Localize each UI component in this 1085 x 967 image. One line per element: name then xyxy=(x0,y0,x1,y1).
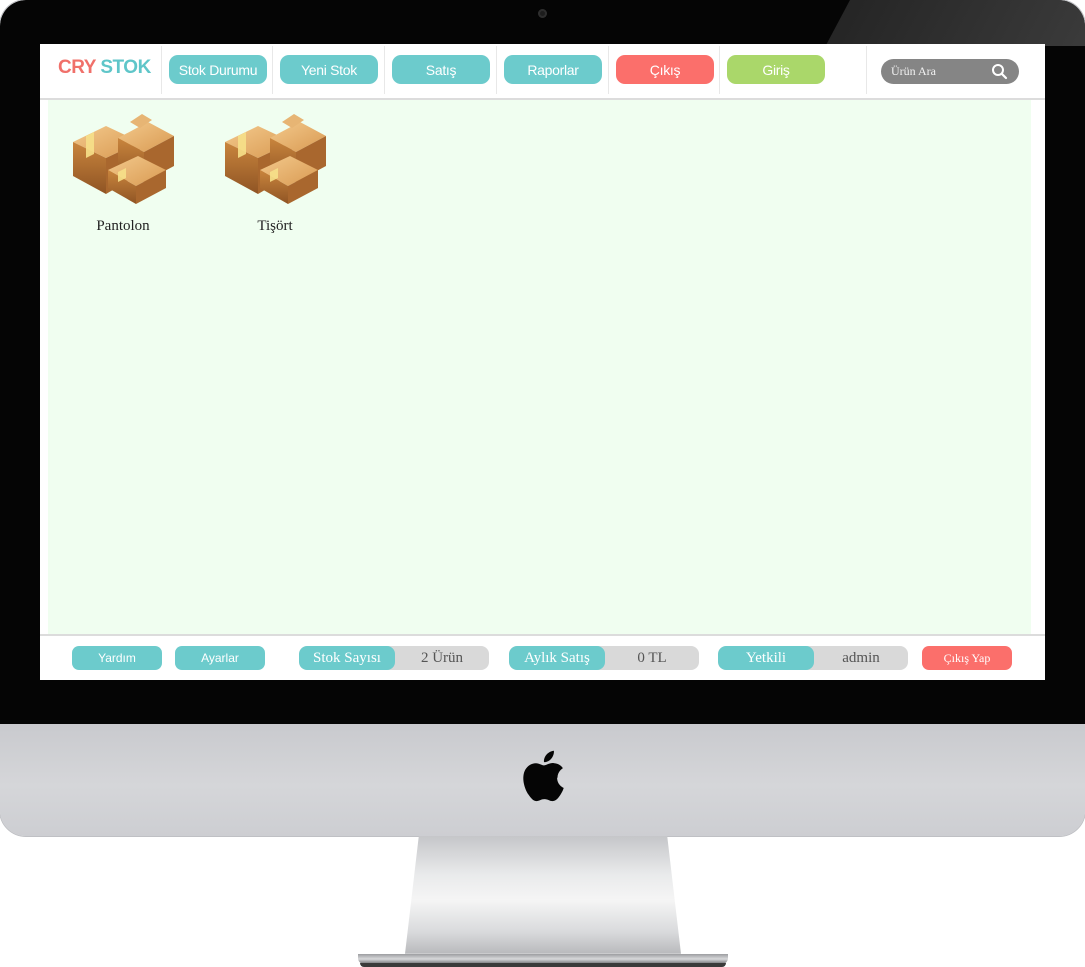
status-footer: Yardım Ayarlar Stok Sayısı 2 Ürün Aylık … xyxy=(40,634,1045,680)
nav-divider xyxy=(719,46,720,94)
top-bar: CRY STOK Stok Durumu Yeni Stok Satış Rap… xyxy=(40,44,1045,100)
camera-icon xyxy=(538,9,547,18)
monthly-sales-value: 0 TL xyxy=(637,649,667,666)
nav-stok-durumu-button[interactable]: Stok Durumu xyxy=(169,55,267,84)
bezel-glare xyxy=(825,0,1085,46)
imac-frame: CRY STOK Stok Durumu Yeni Stok Satış Rap… xyxy=(0,0,1085,836)
nav-divider xyxy=(161,46,162,94)
logo-text-stok: STOK xyxy=(100,57,151,78)
nav-divider xyxy=(608,46,609,94)
nav-cikis-button[interactable]: Çıkış xyxy=(616,55,714,84)
box-icon xyxy=(73,114,174,204)
nav-divider xyxy=(866,46,867,94)
app-logo: CRY STOK xyxy=(58,57,151,79)
screen-bezel: CRY STOK Stok Durumu Yeni Stok Satış Rap… xyxy=(0,0,1085,724)
product-item-tisort[interactable]: Tişört xyxy=(215,114,335,244)
box-icon xyxy=(225,114,326,204)
app-screen: CRY STOK Stok Durumu Yeni Stok Satış Rap… xyxy=(40,44,1045,680)
nav-divider xyxy=(496,46,497,94)
user-name-value: admin xyxy=(842,649,880,666)
nav-divider xyxy=(384,46,385,94)
logout-button[interactable]: Çıkış Yap xyxy=(922,646,1012,670)
search-input[interactable] xyxy=(891,62,991,81)
apple-logo-icon xyxy=(523,750,564,802)
product-grid: Pantolon Tişört xyxy=(48,100,1031,634)
stock-count-value: 2 Ürün xyxy=(420,649,464,666)
nav-satis-button[interactable]: Satış xyxy=(392,55,490,84)
search-box xyxy=(881,59,1019,84)
user-indicator: Yetkili admin xyxy=(718,646,908,670)
logo-text-cry: CRY xyxy=(58,57,96,78)
imac-stand-shadow xyxy=(360,963,726,967)
imac-stand xyxy=(405,836,681,954)
nav-raporlar-button[interactable]: Raporlar xyxy=(504,55,602,84)
search-icon[interactable] xyxy=(991,63,1008,80)
user-role-label: Yetkili xyxy=(718,646,814,670)
product-item-pantolon[interactable]: Pantolon xyxy=(63,114,183,244)
stock-count-indicator: Stok Sayısı 2 Ürün xyxy=(299,646,489,670)
monthly-sales-label: Aylık Satış xyxy=(509,646,605,670)
nav-giris-button[interactable]: Giriş xyxy=(727,55,825,84)
monthly-sales-indicator: Aylık Satış 0 TL xyxy=(509,646,699,670)
product-name: Pantolon xyxy=(96,218,150,234)
settings-button[interactable]: Ayarlar xyxy=(175,646,265,670)
nav-divider xyxy=(272,46,273,94)
product-name: Tişört xyxy=(257,218,293,234)
nav-yeni-stok-button[interactable]: Yeni Stok xyxy=(280,55,378,84)
help-button[interactable]: Yardım xyxy=(72,646,162,670)
stock-count-label: Stok Sayısı xyxy=(299,646,395,670)
